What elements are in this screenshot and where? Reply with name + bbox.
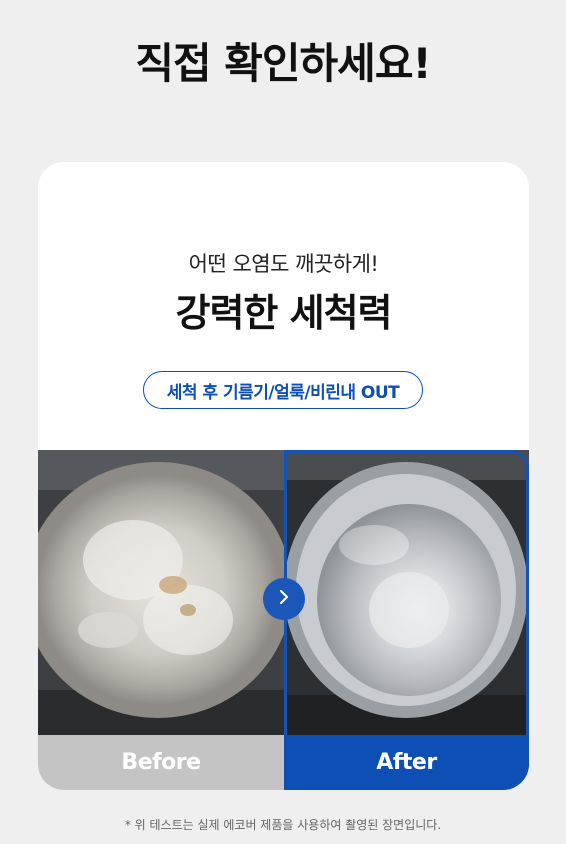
next-arrow-button[interactable] (263, 578, 305, 620)
before-label: Before (38, 735, 284, 790)
chevron-right-icon (276, 589, 292, 609)
footnote: * 위 테스트는 실제 에코버 제품을 사용하여 촬영된 장면입니다. (124, 818, 442, 832)
card-subtitle: 어떤 오염도 깨끗하게! (188, 252, 379, 276)
before-photo (38, 450, 284, 735)
feature-card: 어떤 오염도 깨끗하게! 강력한 세척력 세척 후 기름기/얼룩/비린내 OUT (38, 162, 529, 790)
page-title: 직접 확인하세요! (135, 39, 431, 88)
after-label: After (284, 735, 529, 790)
feature-pill: 세척 후 기름기/얼룩/비린내 OUT (143, 371, 423, 409)
after-photo (284, 450, 529, 735)
before-after-comparison: Before After (38, 450, 529, 790)
card-headline: 강력한 세척력 (175, 291, 393, 335)
